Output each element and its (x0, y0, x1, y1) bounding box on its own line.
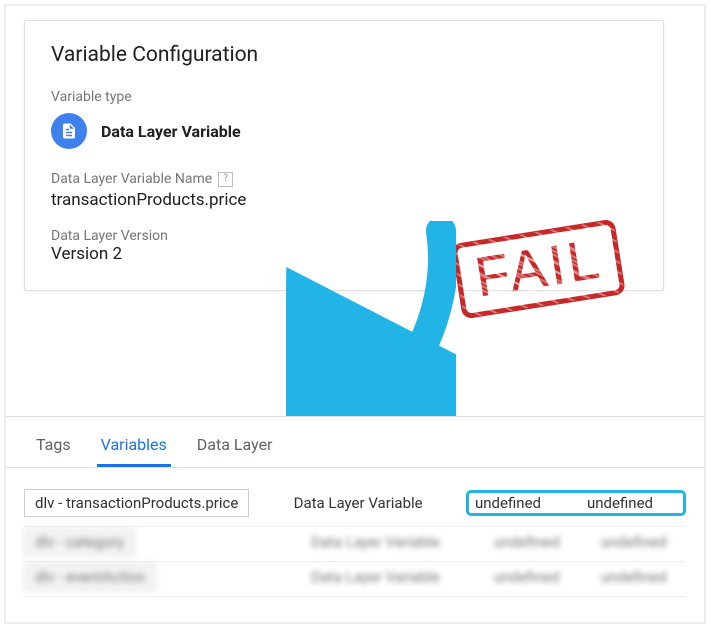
variable-type-cell: Data Layer Variable (311, 533, 472, 551)
variable-type-name: Data Layer Variable (101, 122, 241, 141)
variable-value: undefined (601, 533, 686, 551)
variable-value: undefined (587, 494, 677, 512)
highlighted-values: undefined undefined (466, 490, 686, 516)
variable-value: undefined (475, 494, 565, 512)
table-row[interactable]: dlv - eventAction Data Layer Variable un… (24, 562, 686, 597)
variable-type-label: Variable type (51, 89, 637, 105)
dlv-version-value: Version 2 (51, 244, 637, 264)
variable-chip[interactable]: dlv - transactionProducts.price (24, 489, 249, 517)
variable-value: undefined (494, 568, 579, 586)
variable-type-cell: Data Layer Variable (311, 568, 472, 586)
dlv-name-field: Data Layer Variable Name ? transactionPr… (51, 171, 637, 210)
frame: Variable Configuration Variable type Dat… (4, 4, 706, 624)
debug-tabs: Tags Variables Data Layer (6, 417, 704, 468)
variable-chip[interactable]: dlv - category (24, 528, 135, 556)
variable-value: undefined (494, 533, 579, 551)
data-layer-variable-icon (51, 113, 87, 149)
tab-datalayer[interactable]: Data Layer (193, 425, 277, 467)
dlv-version-field: Data Layer Version Version 2 (51, 228, 637, 264)
dlv-name-label: Data Layer Variable Name (51, 171, 212, 187)
dlv-version-label: Data Layer Version (51, 228, 637, 244)
dlv-name-value: transactionProducts.price (51, 190, 637, 210)
debug-panel: Tags Variables Data Layer dlv - transact… (6, 416, 704, 622)
table-row[interactable]: dlv - category Data Layer Variable undef… (24, 527, 686, 562)
tab-variables[interactable]: Variables (97, 425, 171, 467)
variable-type-cell: Data Layer Variable (294, 494, 444, 512)
variable-chip[interactable]: dlv - eventAction (24, 563, 156, 591)
variable-config-card: Variable Configuration Variable type Dat… (24, 20, 664, 291)
help-icon[interactable]: ? (218, 172, 233, 187)
card-title: Variable Configuration (51, 43, 637, 67)
variable-value: undefined (601, 568, 686, 586)
variable-type-row[interactable]: Data Layer Variable (51, 113, 637, 149)
tab-tags[interactable]: Tags (32, 425, 75, 467)
variables-list: dlv - transactionProducts.price Data Lay… (6, 468, 704, 597)
table-row[interactable]: dlv - transactionProducts.price Data Lay… (24, 484, 686, 527)
